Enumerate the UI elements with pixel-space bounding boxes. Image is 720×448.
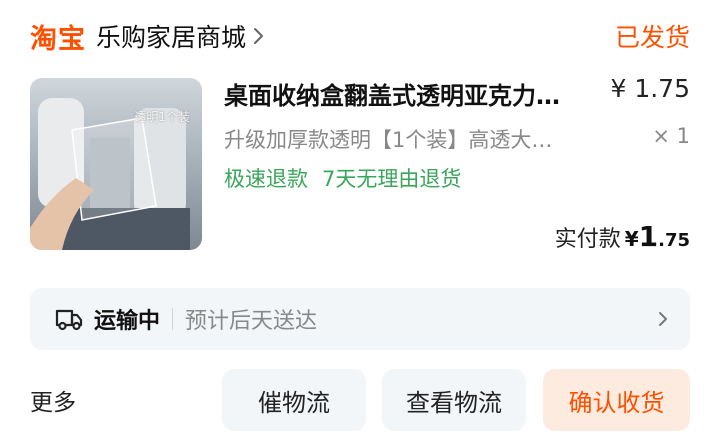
product-title[interactable]: 桌面收纳盒翻盖式透明亚克力… bbox=[224, 76, 584, 111]
logistics-bar[interactable]: 运输中 预计后天送达 bbox=[30, 288, 690, 350]
shop-name-link[interactable]: 乐购家居商城 bbox=[96, 18, 246, 54]
view-logistics-button[interactable]: 查看物流 bbox=[382, 369, 526, 431]
tag-fast-refund: 极速退款 bbox=[224, 167, 308, 191]
more-button[interactable]: 更多 bbox=[30, 383, 76, 417]
order-status: 已发货 bbox=[614, 23, 690, 52]
product-price: ¥ 1.75 bbox=[610, 74, 690, 103]
chevron-right-icon[interactable] bbox=[252, 27, 264, 45]
payment-integer: 1 bbox=[638, 220, 659, 253]
payment-total: 实付款 ¥ 1 .75 bbox=[555, 220, 690, 253]
payment-decimal: .75 bbox=[658, 230, 690, 251]
confirm-receipt-button[interactable]: 确认收货 bbox=[543, 369, 690, 431]
chevron-right-icon bbox=[659, 312, 667, 326]
logistics-detail: 预计后天送达 bbox=[185, 309, 318, 334]
image-label: 透明1个装 bbox=[134, 110, 190, 124]
payment-label: 实付款 bbox=[554, 227, 621, 252]
product-quantity: × 1 bbox=[652, 124, 690, 148]
order-header: 淘宝 乐购家居商城 已发货 bbox=[30, 14, 690, 58]
remind-logistics-button[interactable]: 催物流 bbox=[222, 369, 366, 431]
payment-currency: ¥ bbox=[624, 227, 639, 251]
divider bbox=[172, 308, 174, 330]
taobao-logo: 淘宝 bbox=[30, 23, 86, 55]
product-sku: 升级加厚款透明【1个装】高透大… bbox=[224, 128, 553, 152]
product-image[interactable]: 透明1个装 bbox=[30, 78, 202, 250]
service-tags: 极速退款 7天无理由退货 bbox=[224, 163, 461, 193]
logistics-status: 运输中 bbox=[94, 309, 161, 334]
truck-icon bbox=[55, 309, 83, 331]
tag-7day-return: 7天无理由退货 bbox=[322, 167, 462, 191]
